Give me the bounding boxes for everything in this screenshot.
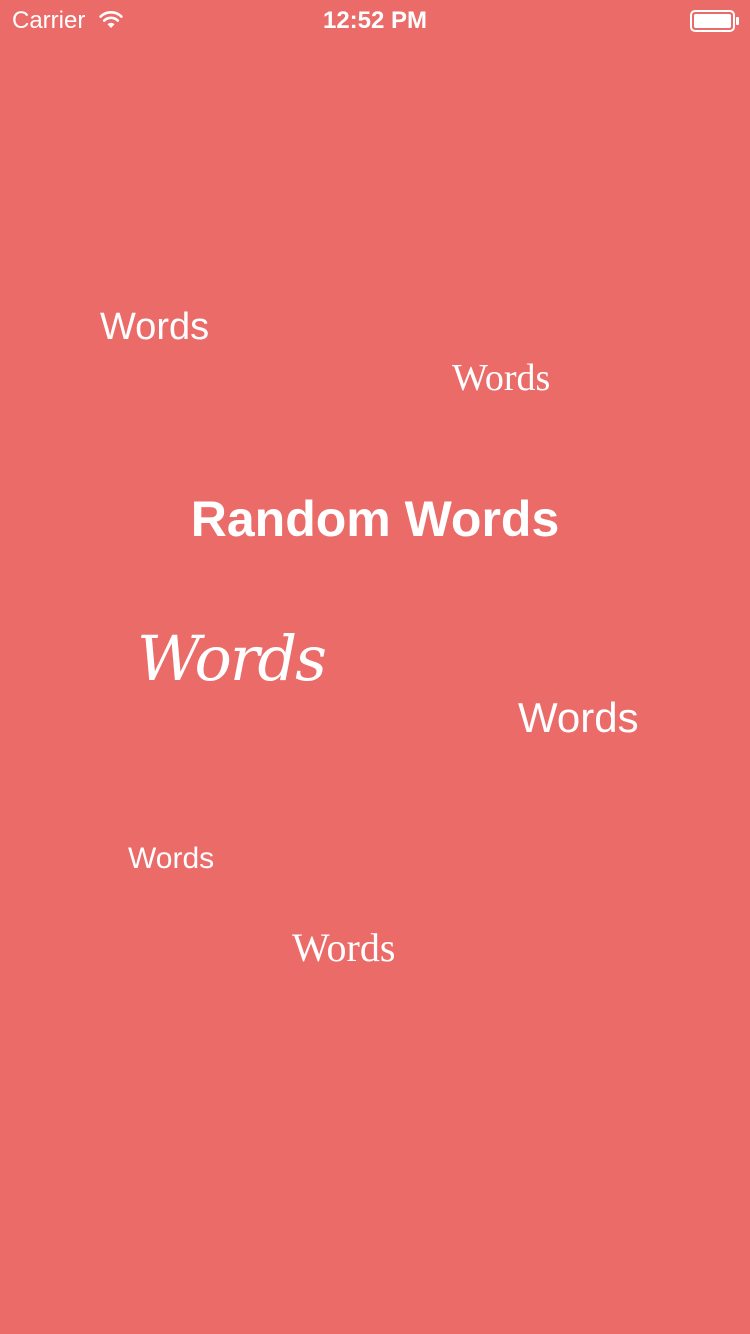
word-label: Words [452,357,551,399]
word-label: Words [100,306,210,348]
status-time: 12:52 PM [322,7,428,34]
word-label: Words [518,694,639,741]
word-label: Words [137,622,327,695]
word-label: Words [128,842,215,875]
status-bar: Carrier 12:52 PM [0,0,750,40]
page-title: Random Words [190,491,560,547]
word-label: Words [292,925,396,970]
battery-icon [690,10,739,32]
